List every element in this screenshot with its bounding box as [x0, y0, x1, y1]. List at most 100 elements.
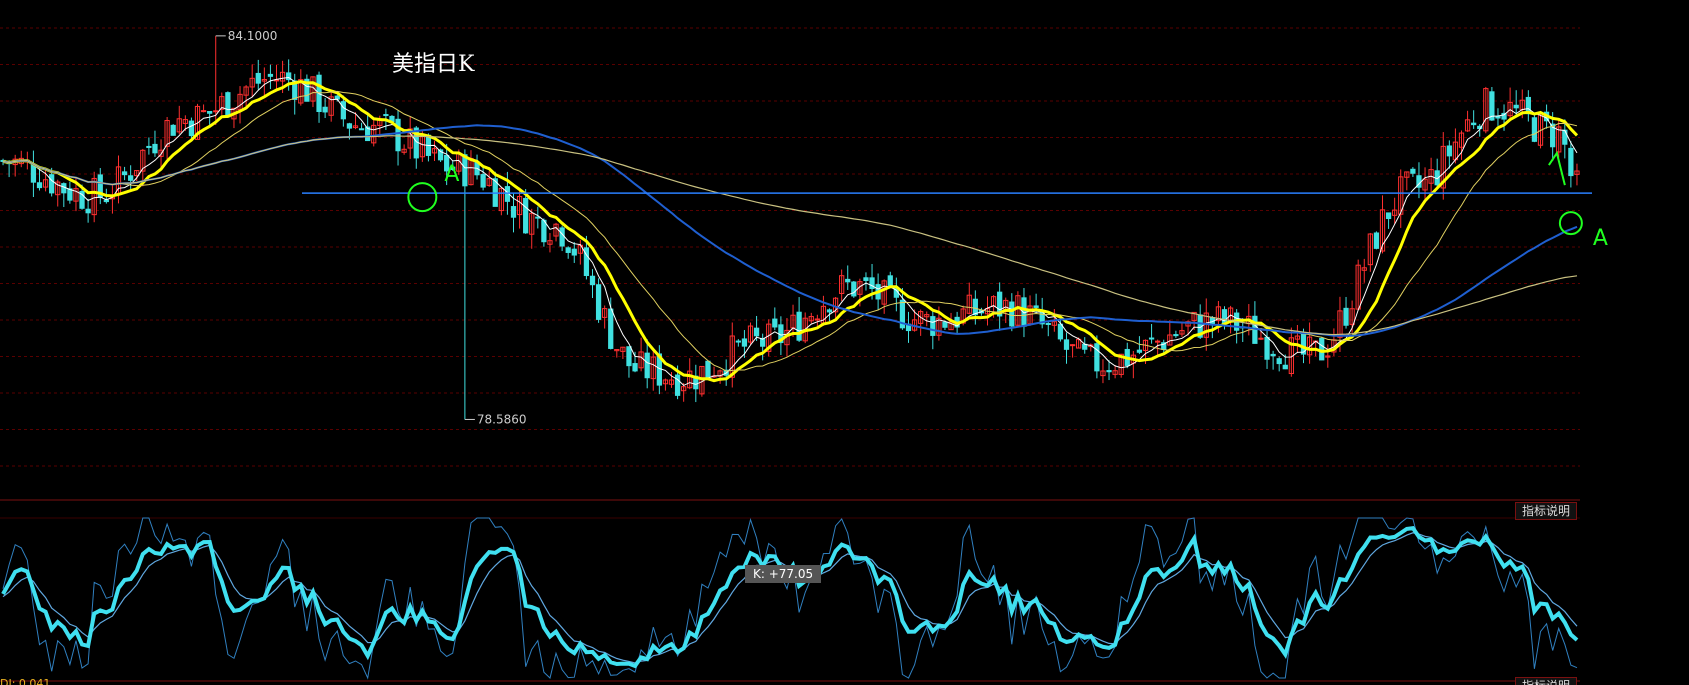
- candle-body: [340, 101, 346, 120]
- candle-body: [1410, 168, 1416, 174]
- ma-line-ma20: [2, 90, 1578, 372]
- candle-body: [30, 164, 37, 183]
- candle-body: [608, 308, 614, 349]
- candle-body: [61, 183, 67, 194]
- candle-body: [1385, 212, 1392, 220]
- candle-body: [1471, 122, 1477, 126]
- chart-title: 美指日K: [392, 52, 475, 77]
- candle-body: [1148, 337, 1155, 340]
- annotation-label: A: [1593, 226, 1608, 251]
- candle-body: [200, 110, 207, 113]
- candle-body: [559, 227, 565, 247]
- candle-body: [85, 208, 91, 214]
- candle-body: [626, 346, 632, 367]
- candle-body: [589, 275, 596, 286]
- candle-body: [1562, 129, 1568, 145]
- candle-body: [826, 309, 833, 313]
- candle-body: [267, 73, 274, 77]
- kdj-j-line: [2, 517, 1578, 680]
- candle-body: [1264, 336, 1270, 360]
- low-price-label: 78.5860: [477, 412, 527, 426]
- indicator-help-button-2[interactable]: 指标说明: [1515, 677, 1578, 685]
- cross-circle-marker: [1558, 211, 1583, 236]
- candle-body: [930, 316, 936, 336]
- candle-body: [346, 123, 353, 129]
- bottom-indicator-label: DJ: 0.041: [0, 677, 51, 685]
- candle-body: [334, 95, 340, 100]
- candle-body: [395, 118, 401, 152]
- candle-body: [358, 128, 365, 131]
- candle-body: [565, 247, 571, 253]
- candle-body: [1155, 340, 1161, 343]
- candle-body: [480, 174, 486, 188]
- candle-body: [863, 277, 869, 281]
- candle-body: [1373, 232, 1380, 249]
- candle-body: [383, 114, 389, 117]
- candlestick-series: [0, 35, 1580, 420]
- candle-body: [1136, 349, 1143, 353]
- candle-body: [796, 311, 802, 341]
- candle-body: [571, 248, 577, 256]
- candle-body: [1069, 344, 1076, 347]
- high-price-label: 84.1000: [228, 29, 278, 43]
- candle-body: [1319, 337, 1325, 361]
- candle-body: [146, 145, 152, 148]
- candle-body: [772, 318, 778, 328]
- kdj-k-line: [1, 525, 1579, 669]
- candle-body: [255, 72, 261, 84]
- candle-body: [1057, 323, 1064, 340]
- grid-lines: [0, 27, 1580, 682]
- candle-body: [705, 360, 711, 378]
- annotation-label: A: [444, 162, 459, 187]
- candle-body: [1094, 343, 1100, 372]
- candle-body: [1106, 370, 1112, 373]
- candle-body: [1568, 147, 1574, 177]
- candle-body: [1276, 358, 1282, 365]
- moving-average-lines: [2, 76, 1579, 386]
- chart-window: 84.1000 78.5860 A A 美指日K 指标说明 指标说明 K: +77.0…: [0, 0, 1689, 685]
- candle-body: [741, 338, 748, 347]
- candle-body: [1282, 364, 1288, 370]
- candle-body: [128, 175, 134, 181]
- candle-body: [1258, 337, 1264, 340]
- candle-body: [523, 197, 529, 234]
- kdj-tooltip: K: +77.05: [745, 565, 822, 583]
- candle-body: [103, 199, 109, 203]
- cross-circle-marker: [407, 182, 438, 213]
- candle-body: [225, 92, 231, 118]
- candle-body: [753, 327, 760, 337]
- candle-body: [644, 352, 650, 379]
- candle-body: [1343, 307, 1349, 326]
- candle-body: [735, 340, 741, 343]
- ma-line-ma5: [2, 76, 1578, 386]
- candle-body: [1045, 322, 1051, 325]
- candle-body: [1063, 339, 1070, 350]
- pattern-marker: [1548, 150, 1566, 186]
- chart-canvas[interactable]: 84.1000 78.5860 A A: [0, 0, 1689, 685]
- candle-body: [152, 143, 158, 154]
- candle-body: [1270, 353, 1276, 357]
- candle-body: [595, 284, 602, 320]
- candle-body: [49, 174, 55, 194]
- candle-body: [510, 206, 517, 218]
- annotation-layer: 84.1000 78.5860 A A: [215, 29, 1608, 426]
- candle-body: [207, 111, 213, 114]
- candle-body: [36, 182, 43, 189]
- candle-body: [1531, 117, 1538, 142]
- candle-body: [170, 124, 176, 136]
- candle-body: [541, 219, 547, 243]
- candle-body: [67, 188, 73, 201]
- candle-body: [462, 154, 468, 187]
- candle-body: [887, 275, 893, 286]
- candle-body: [1446, 145, 1452, 157]
- candle-body: [121, 171, 128, 176]
- indicator-help-button[interactable]: 指标说明: [1515, 502, 1578, 520]
- candle-body: [1033, 305, 1039, 308]
- candle-body: [1173, 334, 1179, 337]
- candle-body: [1513, 104, 1519, 109]
- candle-body: [972, 298, 978, 316]
- ma-line-ma120: [2, 135, 1578, 336]
- candle-body: [213, 110, 219, 113]
- candle-body: [322, 106, 328, 113]
- kdj-indicator-lines: [1, 517, 1579, 680]
